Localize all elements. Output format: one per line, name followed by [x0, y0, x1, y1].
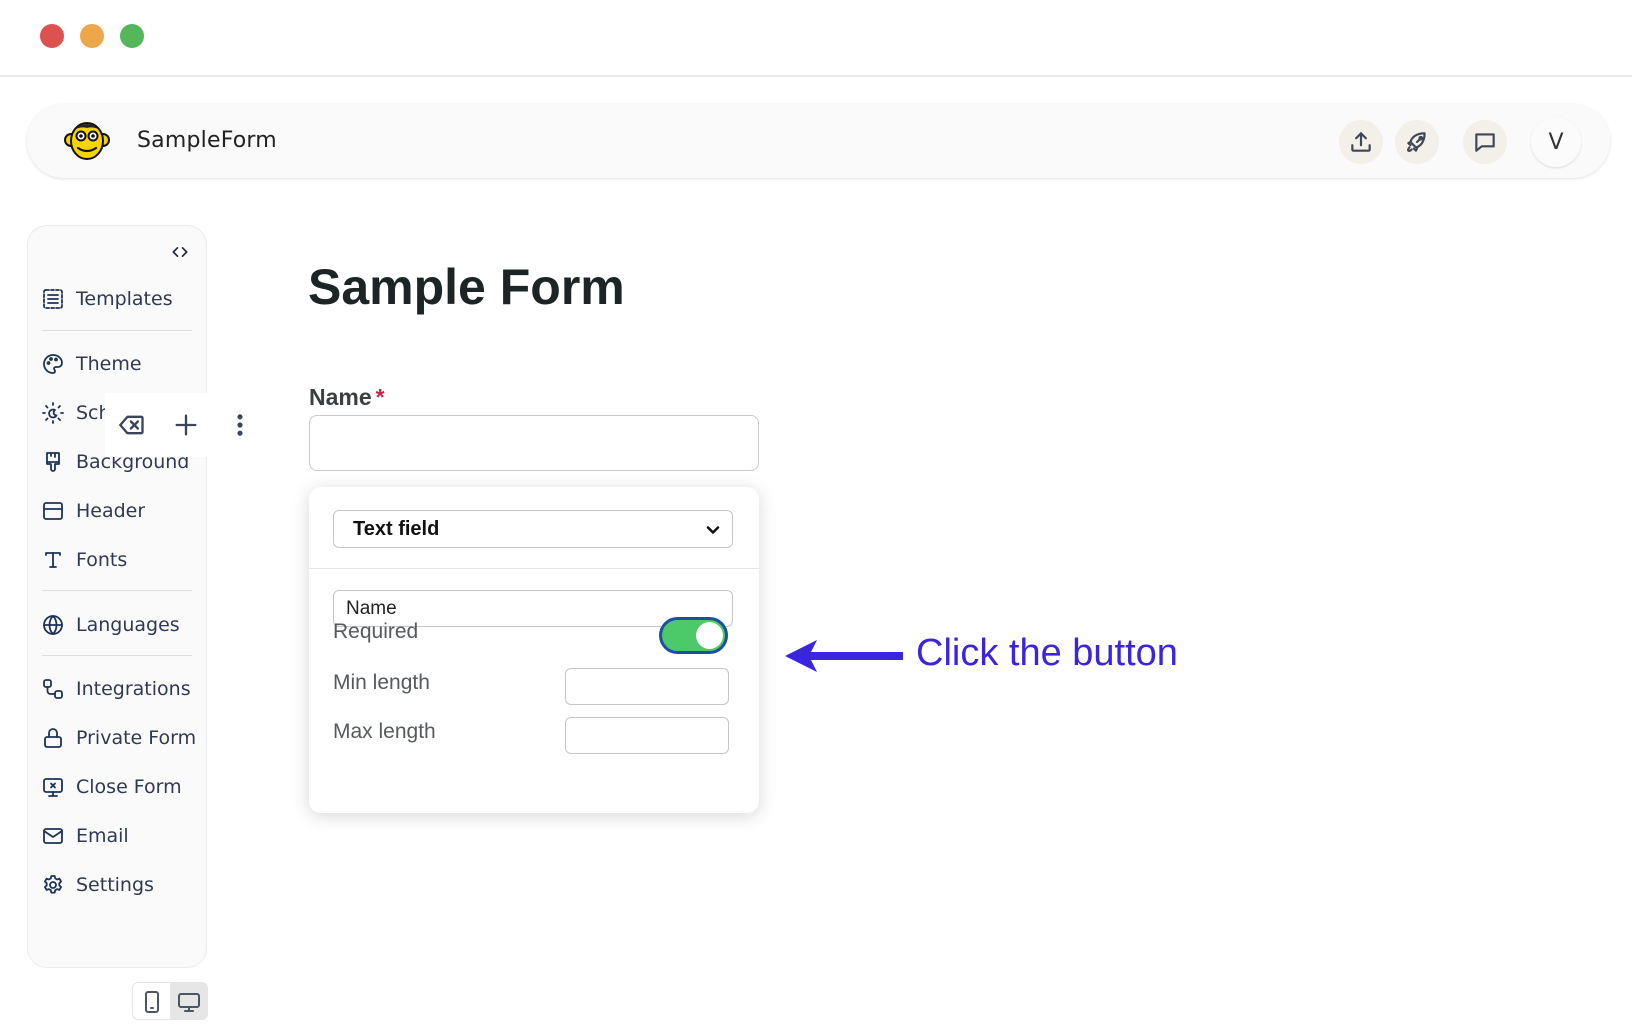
sidebar-item-languages[interactable]: Languages — [41, 608, 201, 642]
sidebar-item-email[interactable]: Email — [41, 819, 201, 853]
field-toolbar — [105, 393, 271, 457]
sidebar-item-label: Languages — [76, 614, 180, 636]
window-maximize-button[interactable] — [120, 24, 144, 48]
max-length-label: Max length — [333, 720, 436, 743]
min-length-input[interactable] — [565, 668, 729, 705]
dashed-list-icon — [43, 289, 63, 309]
mobile-view-button[interactable] — [133, 983, 170, 1019]
sidebar-item-label: Fonts — [76, 549, 128, 571]
sidebar-item-fonts[interactable]: Fonts — [41, 543, 201, 577]
sidebar-divider — [42, 590, 192, 591]
form-title: Sample Form — [308, 259, 625, 315]
add-field-button[interactable] — [159, 403, 213, 447]
feedback-button[interactable] — [1463, 120, 1507, 164]
sidebar-item-label: Theme — [76, 353, 142, 375]
device-toggle — [132, 982, 208, 1020]
delete-field-button[interactable] — [105, 403, 159, 447]
field-settings-popover: Text field Name Required Min length Max … — [309, 487, 759, 813]
vertical-dots-icon — [237, 414, 243, 436]
field-more-button[interactable] — [213, 403, 267, 447]
plus-icon — [175, 414, 197, 436]
sidebar-item-private-form[interactable]: Private Form — [41, 721, 201, 755]
globe-icon — [43, 615, 63, 635]
sidebar-item-label: Private Form — [76, 727, 197, 749]
window-minimize-button[interactable] — [80, 24, 104, 48]
desktop-view-button[interactable] — [170, 983, 207, 1019]
sidebar-item-close-form[interactable]: Close Form — [41, 770, 201, 804]
palette-icon — [43, 354, 63, 374]
code-brackets-icon — [172, 247, 188, 257]
monkey-face-icon[interactable] — [63, 116, 111, 164]
publish-button[interactable] — [1339, 120, 1383, 164]
toggle-knob — [696, 622, 723, 649]
sidebar-item-header[interactable]: Header — [41, 494, 201, 528]
sidebar-collapse-button[interactable] — [168, 240, 192, 264]
app-title: SampleForm — [137, 128, 277, 153]
integration-nodes-icon — [43, 679, 63, 699]
field-label-input-value: Name — [346, 597, 397, 619]
annotation-text: Click the button — [916, 632, 1178, 674]
name-input[interactable] — [309, 415, 759, 471]
required-label: Required — [333, 620, 419, 643]
user-avatar[interactable]: V — [1531, 117, 1581, 167]
chevron-down-icon — [706, 526, 720, 534]
layout-header-icon — [43, 502, 63, 520]
sidebar-item-label: Close Form — [76, 776, 182, 798]
required-asterisk: * — [375, 384, 385, 410]
window-close-button[interactable] — [40, 24, 64, 48]
mail-icon — [43, 828, 63, 844]
launch-button[interactable] — [1395, 120, 1439, 164]
field-type-selected: Text field — [353, 517, 440, 540]
rocket-icon — [1407, 132, 1426, 152]
sidebar-item-label: Templates — [76, 288, 173, 310]
popover-divider — [309, 568, 759, 569]
sidebar-item-settings[interactable]: Settings — [41, 868, 201, 902]
annotation-arrow-icon — [785, 640, 903, 672]
sidebar-item-templates[interactable]: Templates — [41, 282, 201, 316]
name-field-label-text: Name — [309, 384, 372, 410]
sidebar-divider — [42, 330, 192, 331]
max-length-input[interactable] — [565, 717, 729, 754]
sidebar-item-label: Header — [76, 500, 146, 522]
sidebar-item-label: Integrations — [76, 678, 191, 700]
type-icon — [45, 552, 61, 568]
sidebar-item-integrations[interactable]: Integrations — [41, 672, 201, 706]
field-type-select[interactable]: Text field — [333, 510, 733, 548]
gear-icon — [44, 875, 62, 894]
lock-icon — [44, 728, 62, 748]
chat-bubble-icon — [1475, 133, 1495, 152]
monitor-x-icon — [43, 778, 63, 797]
name-field-label: Name * — [309, 384, 385, 411]
upload-icon — [1351, 132, 1371, 152]
sidebar: Templates Theme Sch Background Header Fo… — [27, 225, 207, 968]
sidebar-divider — [42, 655, 192, 656]
min-length-label: Min length — [333, 671, 430, 694]
sidebar-item-label: Settings — [76, 874, 154, 896]
backspace-x-icon — [119, 415, 144, 435]
monitor-icon — [177, 993, 200, 1012]
sidebar-item-label: Email — [76, 825, 129, 847]
sun-moon-icon — [42, 402, 64, 424]
paintbrush-icon — [46, 452, 60, 472]
app-header: SampleForm V — [27, 104, 1610, 178]
sidebar-item-theme[interactable]: Theme — [41, 347, 201, 381]
phone-icon — [144, 991, 159, 1013]
window-titlebar — [0, 0, 1632, 77]
required-toggle[interactable] — [659, 617, 728, 654]
